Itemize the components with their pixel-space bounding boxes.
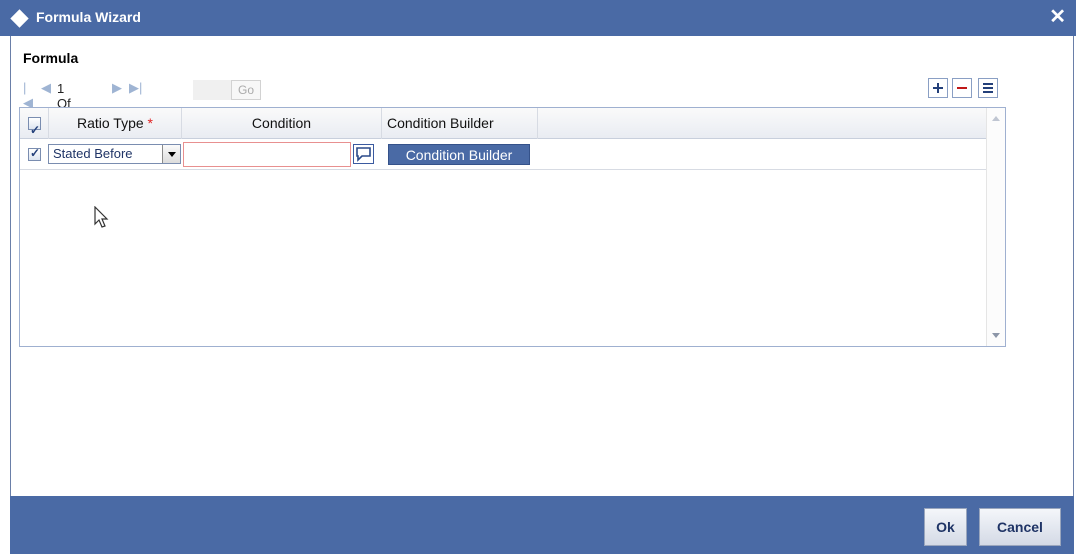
single-view-button[interactable] [978, 78, 998, 98]
cancel-button[interactable]: Cancel [979, 508, 1061, 546]
column-header-ratio-type: Ratio Type * [49, 108, 182, 139]
diamond-icon [10, 9, 29, 28]
ratio-type-value: Stated Before [53, 146, 133, 161]
dialog-footer [10, 496, 1074, 554]
next-page-icon[interactable]: ▶ [112, 80, 122, 96]
add-row-button[interactable] [928, 78, 948, 98]
condition-lov-button[interactable] [353, 144, 374, 164]
grid-header: ✓ Ratio Type * Condition Condition Build… [20, 108, 986, 139]
page-number-input[interactable] [193, 80, 231, 100]
row-checkbox[interactable]: ✓ [28, 146, 41, 161]
go-button[interactable]: Go [231, 80, 261, 100]
last-page-icon[interactable]: ▶| [129, 80, 142, 96]
scroll-up-icon[interactable] [992, 116, 1000, 121]
close-icon[interactable]: ✕ [1049, 4, 1066, 29]
chevron-down-icon[interactable] [162, 145, 180, 163]
ok-button[interactable]: Ok [924, 508, 967, 546]
column-header-condition-builder: Condition Builder [382, 108, 538, 139]
table-row: ✓ Stated Before Condition Builder [20, 139, 986, 170]
select-all-checkbox[interactable]: ✓ [28, 117, 41, 137]
condition-input[interactable] [183, 142, 351, 167]
title-bar: Formula Wizard ✕ [0, 0, 1076, 36]
required-marker: * [147, 115, 153, 131]
prev-page-icon[interactable]: ◀ [41, 80, 51, 96]
scroll-down-icon[interactable] [992, 333, 1000, 338]
dialog-title: Formula Wizard [36, 9, 141, 25]
ratio-type-select[interactable]: Stated Before [48, 144, 181, 164]
speech-bubble-icon [356, 147, 371, 162]
section-title: Formula [23, 50, 79, 66]
condition-builder-button[interactable]: Condition Builder [388, 144, 530, 165]
column-header-condition: Condition [182, 108, 382, 139]
delete-row-button[interactable] [952, 78, 972, 98]
minus-icon [957, 87, 967, 89]
grid-scrollbar[interactable] [986, 108, 1005, 346]
list-icon [983, 83, 993, 85]
mouse-cursor-icon [94, 206, 109, 228]
formula-grid: ✓ Ratio Type * Condition Condition Build… [19, 107, 1006, 347]
